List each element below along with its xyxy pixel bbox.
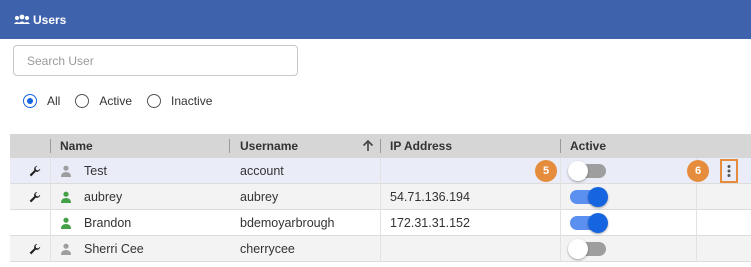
active-toggle[interactable] [568,239,606,259]
radio-checked-icon [23,94,37,108]
more-vert-icon [727,165,731,177]
user-name: aubrey [84,190,123,204]
table-row[interactable]: Sherri Cee cherrycee [10,236,751,262]
wrench-icon[interactable] [28,184,41,210]
user-name: Brandon [84,216,132,230]
sort-ascending-icon[interactable] [360,138,376,154]
user-icon [60,158,72,184]
filter-active-label: Active [99,94,133,108]
column-header-name[interactable]: Name [60,134,93,158]
table-row[interactable]: Test account 5 6 [10,158,751,184]
column-header-active[interactable]: Active [570,134,606,158]
table-row[interactable]: Brandon bdemoyarbrough 172.31.31.152 [10,210,751,236]
user-ip: 172.31.31.152 [390,216,470,230]
search-input[interactable] [13,45,298,76]
table-header: Name Username IP Address Active [10,134,751,158]
wrench-icon[interactable] [28,158,41,184]
filter-inactive-radio[interactable]: Inactive [147,94,212,108]
table-row[interactable]: aubrey aubrey 54.71.136.194 [10,184,751,210]
users-icon [13,14,31,26]
more-options-button[interactable] [720,159,738,183]
active-toggle[interactable] [570,187,608,207]
user-icon [60,184,72,210]
wrench-icon[interactable] [28,236,41,262]
app-header: Users [0,0,751,39]
status-filter: All Active Inactive [23,94,227,108]
radio-unchecked-icon [75,94,90,108]
filter-all-radio[interactable]: All [23,94,60,108]
user-icon [60,210,72,236]
user-ip: 54.71.136.194 [390,190,470,204]
annotation-badge: 6 [687,160,709,182]
filter-all-label: All [47,94,61,108]
user-name: Test [84,164,107,178]
radio-unchecked-icon [147,94,162,108]
user-name: Sherri Cee [84,242,144,256]
user-username: account [240,164,284,178]
user-username: aubrey [240,190,279,204]
active-toggle[interactable] [568,161,606,181]
column-header-username[interactable]: Username [240,134,298,158]
user-username: bdemoyarbrough [240,216,335,230]
filter-active-radio[interactable]: Active [75,94,132,108]
user-icon [60,236,72,262]
page-title: Users [33,12,67,27]
users-table: Name Username IP Address Active Test acc… [10,134,751,262]
filter-inactive-label: Inactive [171,94,213,108]
annotation-badge: 5 [535,160,557,182]
column-header-ip[interactable]: IP Address [390,134,452,158]
user-username: cherrycee [240,242,295,256]
active-toggle[interactable] [570,213,608,233]
